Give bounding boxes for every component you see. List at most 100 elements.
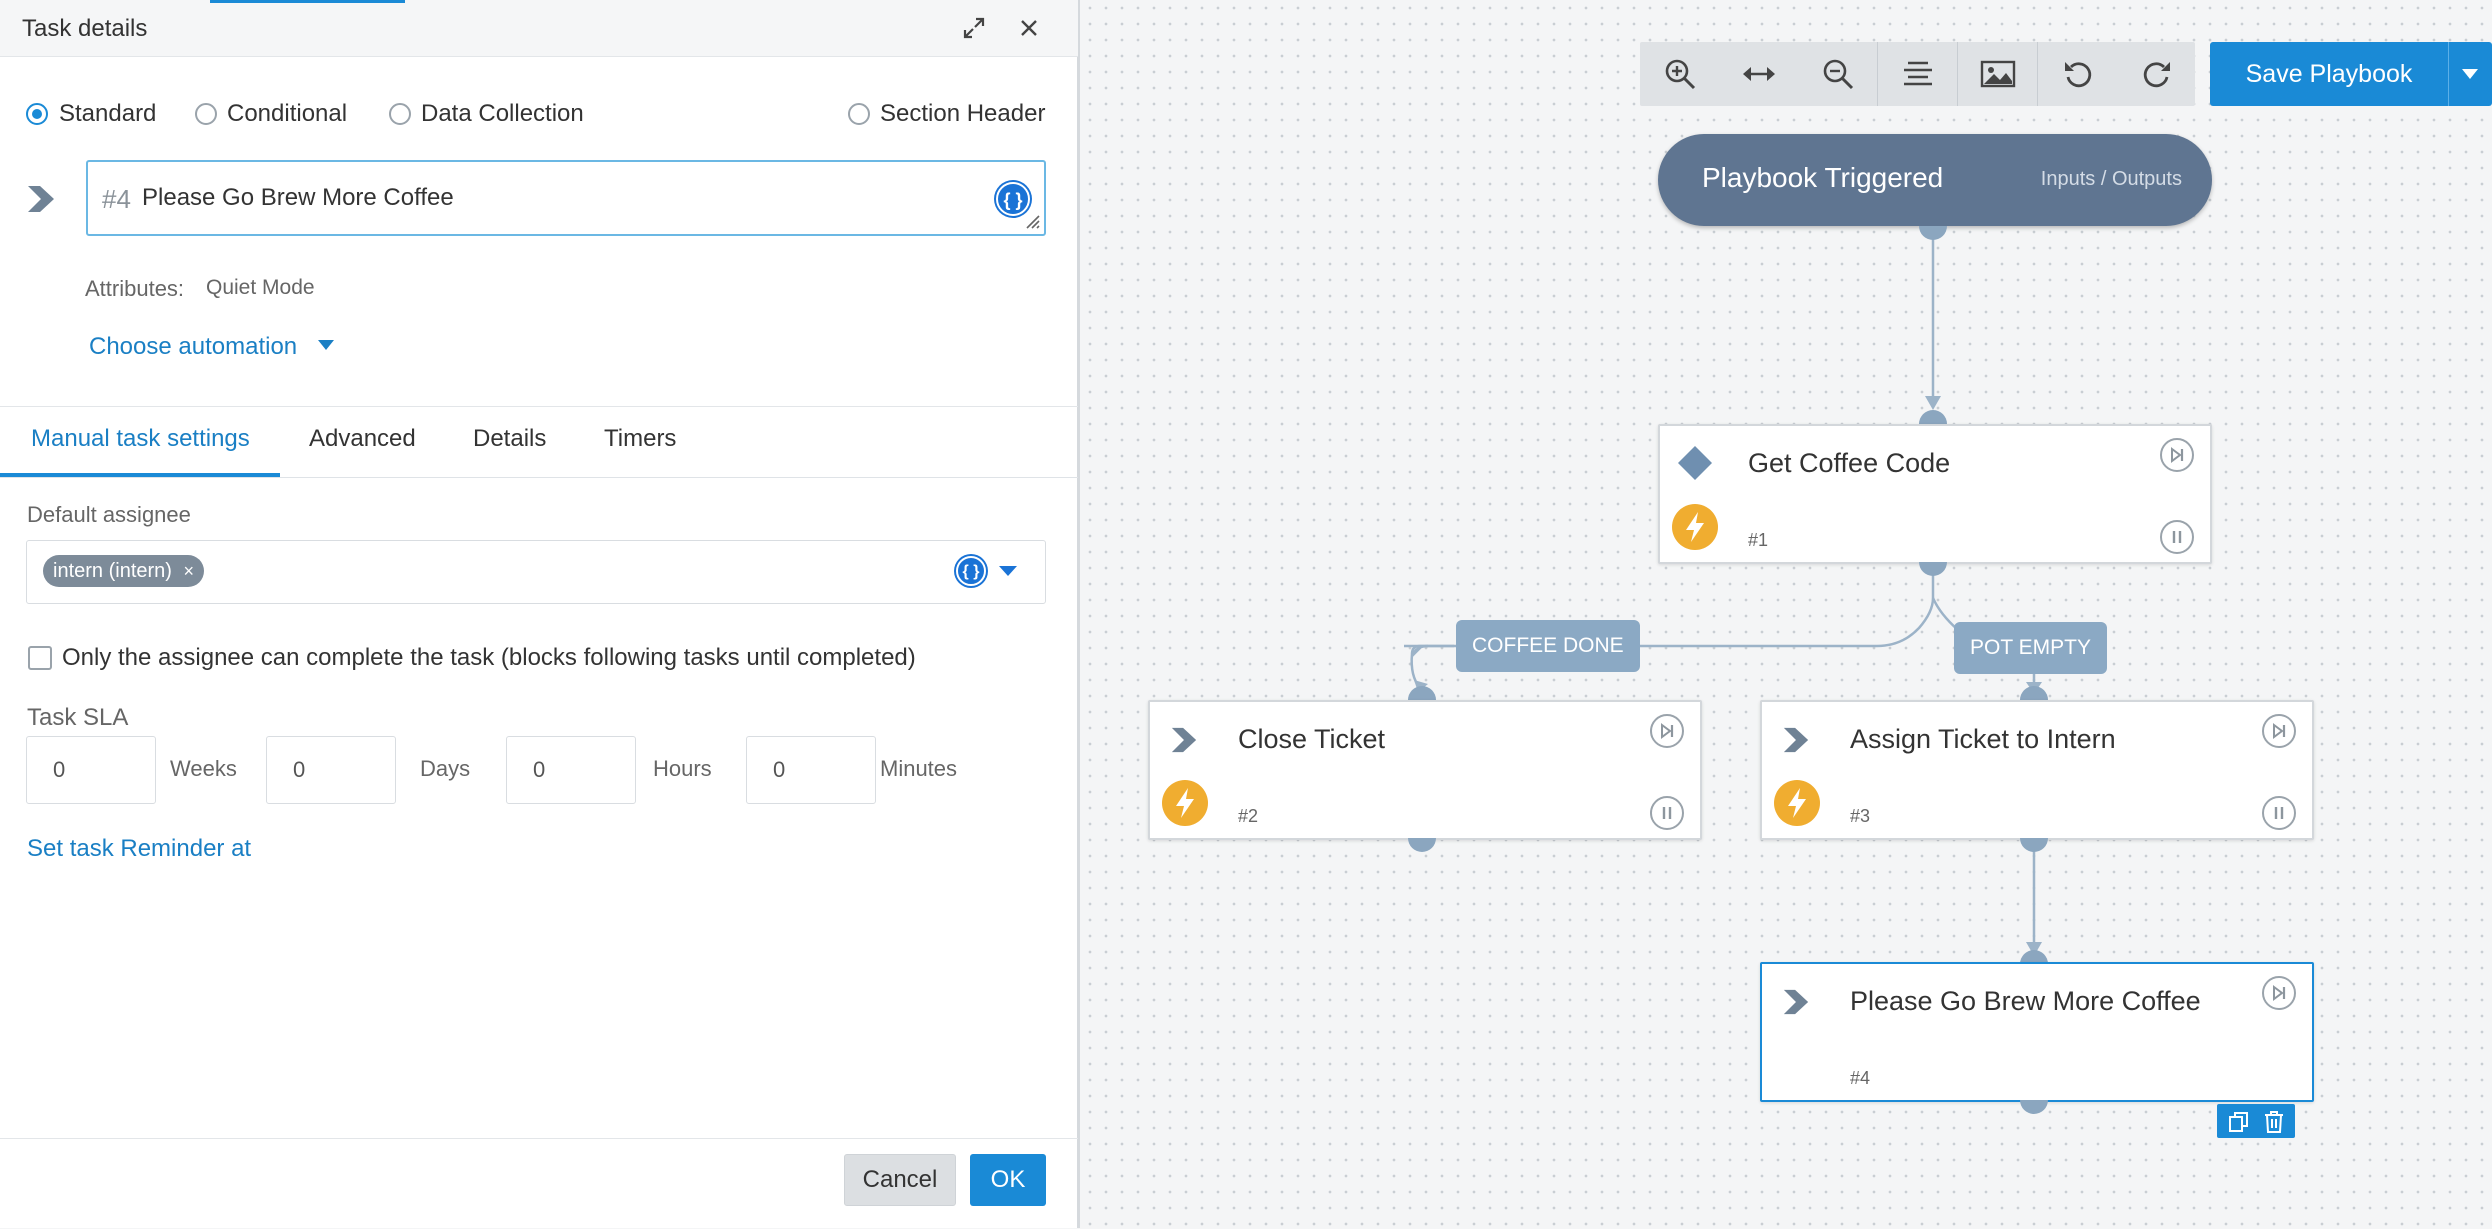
sla-hours-input[interactable] <box>507 737 635 803</box>
assignee-dropdown-icon[interactable] <box>997 564 1019 578</box>
inputs-outputs-link[interactable]: Inputs / Outputs <box>2041 168 2182 191</box>
automation-bolt-icon <box>1162 780 1208 826</box>
panel-header: Task details <box>0 0 1078 57</box>
sla-weeks-unit: Weeks <box>170 756 237 781</box>
zoom-in-button[interactable] <box>1640 42 1719 106</box>
standard-task-icon <box>1171 727 1197 753</box>
condition-label-coffee-done[interactable]: COFFEE DONE <box>1456 620 1640 672</box>
standard-task-icon <box>28 186 54 212</box>
sla-weeks-input[interactable] <box>27 737 155 803</box>
conditional-task-icon <box>1678 446 1712 480</box>
duplicate-icon[interactable] <box>2227 1110 2251 1134</box>
sla-hours-unit: Hours <box>653 756 712 781</box>
cancel-button[interactable]: Cancel <box>844 1154 956 1206</box>
sla-minutes-unit: Minutes <box>880 756 958 781</box>
task-name-input[interactable] <box>140 176 984 220</box>
set-reminder-link[interactable]: Set task Reminder at <box>27 835 251 863</box>
fit-width-icon <box>1742 67 1775 81</box>
image-button[interactable] <box>1958 42 2037 106</box>
sla-minutes-input[interactable] <box>747 737 875 803</box>
skip-icon[interactable] <box>1650 714 1684 748</box>
delete-icon[interactable] <box>2263 1110 2285 1134</box>
redo-icon <box>2143 62 2170 88</box>
assignee-variable-button[interactable]: { } <box>956 556 986 586</box>
standard-task-icon <box>1783 727 1809 753</box>
close-icon[interactable] <box>1018 17 1040 39</box>
node-3-number: #3 <box>1850 806 1871 826</box>
only-assignee-label: Only the assignee can complete the task … <box>62 644 916 671</box>
resize-handle-icon[interactable] <box>1023 212 1041 230</box>
node-1-number: #1 <box>1748 530 1769 550</box>
expand-icon[interactable] <box>962 16 986 40</box>
pause-icon[interactable] <box>2262 796 2296 830</box>
radio-standard-label: Standard <box>59 100 157 127</box>
default-assignee-field[interactable]: intern (intern) × { } <box>26 540 1046 604</box>
sla-minutes-box <box>746 736 876 804</box>
align-icon <box>1903 61 1932 86</box>
panel-title: Task details <box>22 15 148 42</box>
choose-automation-link[interactable]: Choose automation <box>89 333 297 361</box>
node-1-title: Get Coffee Code <box>1748 448 1951 478</box>
condition-label-pot-empty[interactable]: POT EMPTY <box>1954 622 2107 674</box>
task-name-box: #4 { } <box>86 160 1046 236</box>
undo-button[interactable] <box>2038 42 2117 106</box>
sla-days-box <box>266 736 396 804</box>
pause-icon[interactable] <box>1650 796 1684 830</box>
save-playbook-button[interactable]: Save Playbook <box>2210 42 2448 106</box>
task-node-close-ticket[interactable]: Close Ticket #2 <box>1148 700 1702 840</box>
fit-width-button[interactable] <box>1719 42 1798 106</box>
zoom-out-icon <box>1823 59 1853 90</box>
radio-data-collection[interactable] <box>389 103 411 125</box>
default-assignee-label: Default assignee <box>27 502 191 527</box>
trigger-title: Playbook Triggered <box>1702 162 1944 193</box>
radio-section-header-label: Section Header <box>880 100 1046 127</box>
tab-timers[interactable]: Timers <box>604 425 676 453</box>
automation-bolt-icon <box>1774 780 1820 826</box>
insert-variable-button[interactable]: { } <box>996 182 1030 216</box>
chip-remove-icon[interactable]: × <box>184 561 195 581</box>
redo-button[interactable] <box>2117 42 2196 106</box>
node-2-number: #2 <box>1238 806 1259 826</box>
radio-conditional[interactable] <box>195 103 217 125</box>
caret-down-icon[interactable] <box>316 338 336 352</box>
node-3-title: Assign Ticket to Intern <box>1850 724 2116 754</box>
standard-task-icon <box>1783 989 1809 1015</box>
task-details-panel: Task details Standard Conditional Data C… <box>0 0 1080 1228</box>
attributes-value: Quiet Mode <box>206 276 315 299</box>
task-node-assign-ticket-to-intern[interactable]: Assign Ticket to Intern #3 <box>1760 700 2314 840</box>
automation-bolt-icon <box>1672 504 1718 550</box>
tab-manual-task-settings[interactable]: Manual task settings <box>31 425 250 453</box>
tab-advanced[interactable]: Advanced <box>309 425 416 453</box>
header-accent-line <box>210 0 405 3</box>
zoom-out-button[interactable] <box>1798 42 1877 106</box>
task-node-please-go-brew-more-coffee[interactable]: Please Go Brew More Coffee #4 <box>1760 962 2314 1102</box>
ok-button[interactable]: OK <box>970 1154 1046 1206</box>
skip-icon[interactable] <box>2262 976 2296 1010</box>
node-4-number: #4 <box>1850 1068 1871 1088</box>
sla-days-input[interactable] <box>267 737 395 803</box>
task-node-get-coffee-code[interactable]: Get Coffee Code #1 <box>1658 424 2212 564</box>
task-sla-label: Task SLA <box>27 704 129 731</box>
playbook-canvas[interactable]: Save Playbook Playbook Triggered Inputs … <box>1082 0 2492 1228</box>
zoom-in-icon <box>1665 59 1695 90</box>
radio-section-header[interactable] <box>848 103 870 125</box>
align-button[interactable] <box>1878 42 1957 106</box>
active-tab-indicator <box>0 473 280 477</box>
node-2-title: Close Ticket <box>1238 724 1386 754</box>
settings-tabs: Manual task settings Advanced Details Ti… <box>0 406 1078 478</box>
attributes-label: Attributes: <box>85 276 185 301</box>
save-options-dropdown[interactable] <box>2448 42 2492 106</box>
skip-icon[interactable] <box>2262 714 2296 748</box>
canvas-toolbar <box>1640 42 2195 106</box>
pause-icon[interactable] <box>2160 520 2194 554</box>
node-actions-bar <box>2217 1104 2295 1138</box>
radio-standard[interactable] <box>26 103 48 125</box>
tab-details[interactable]: Details <box>473 425 546 453</box>
skip-icon[interactable] <box>2160 438 2194 472</box>
only-assignee-checkbox[interactable] <box>28 646 52 670</box>
playbook-trigger-node[interactable]: Playbook Triggered Inputs / Outputs <box>1658 134 2212 226</box>
sla-days-unit: Days <box>420 756 471 781</box>
radio-data-collection-label: Data Collection <box>421 100 584 127</box>
save-options-caret-icon <box>2462 69 2478 79</box>
sla-hours-box <box>506 736 636 804</box>
